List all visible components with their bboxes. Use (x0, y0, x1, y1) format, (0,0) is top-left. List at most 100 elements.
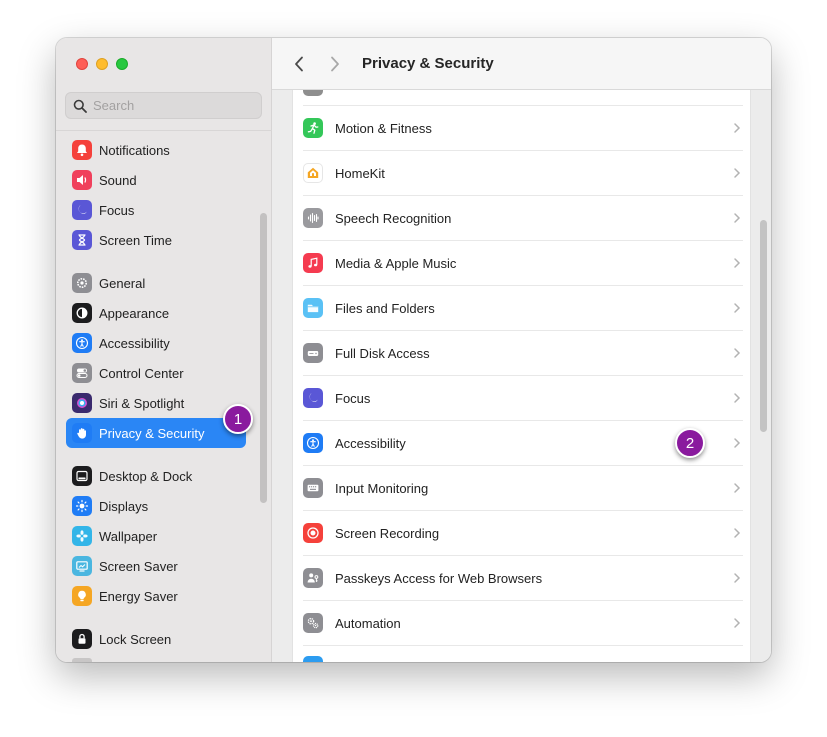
row-focus[interactable]: Focus (303, 376, 743, 421)
sidebar-item-label: General (99, 275, 146, 291)
chevron-right-icon (734, 618, 741, 628)
sidebar-scrollbar[interactable] (260, 213, 267, 503)
sidebar-item-sound[interactable]: Sound (66, 165, 246, 195)
sidebar-item-label: Lock Screen (99, 631, 172, 647)
row-label: Media & Apple Music (335, 255, 457, 271)
back-button[interactable] (288, 53, 310, 75)
chevron-right-icon (734, 213, 741, 223)
record-icon (303, 523, 323, 543)
chevron-right-icon (734, 303, 741, 313)
row-passkeys-access[interactable]: Passkeys Access for Web Browsers (303, 556, 743, 601)
chevron-right-icon (734, 123, 741, 133)
sidebar-item-label: Siri & Spotlight (99, 395, 185, 411)
accessibility-icon (303, 433, 323, 453)
toolbar: Privacy & Security (272, 38, 771, 90)
sidebar-item-energy-saver[interactable]: Energy Saver (66, 581, 246, 611)
moon-icon (72, 200, 92, 220)
row-label: Focus (335, 390, 371, 406)
sidebar-item-label: Wallpaper (99, 528, 158, 544)
row-input-monitoring[interactable]: Input Monitoring (303, 466, 743, 511)
row-full-disk-access[interactable]: Full Disk Access (303, 331, 743, 376)
row-motion-fitness[interactable]: Motion & Fitness (303, 106, 743, 151)
sidebar-item-label: Focus (99, 202, 135, 218)
hourglass-icon (72, 230, 92, 250)
music-icon (303, 253, 323, 273)
home-icon (303, 163, 323, 183)
row-label: Speech Recognition (335, 210, 452, 226)
sidebar-item-privacy-security[interactable]: Privacy & Security (66, 418, 246, 448)
page-title: Privacy & Security (362, 55, 494, 72)
zoom-window-button[interactable] (116, 58, 128, 70)
toggles-icon (72, 363, 92, 383)
sidebar-item-label: Desktop & Dock (99, 468, 193, 484)
row-label: Motion & Fitness (335, 120, 432, 136)
sidebar-item-control-center[interactable]: Control Center (66, 358, 246, 388)
chevron-right-icon (734, 393, 741, 403)
sidebar-item-notifications[interactable]: Notifications (66, 135, 246, 165)
chevron-right-icon (331, 56, 339, 71)
sidebar-item-focus[interactable]: Focus (66, 195, 246, 225)
forward-button[interactable] (324, 53, 346, 75)
sidebar-item-partial (72, 658, 92, 662)
row-label: Accessibility (335, 435, 406, 451)
sidebar: Notifications Sound Focus Screen Time Ge… (56, 38, 272, 662)
chevron-right-icon (734, 483, 741, 493)
sidebar-item-label: Screen Time (99, 232, 172, 248)
sidebar-item-label: Sound (99, 172, 137, 188)
close-window-button[interactable] (76, 58, 88, 70)
search-field[interactable] (65, 92, 262, 119)
chevron-right-icon (734, 168, 741, 178)
gear-icon (72, 273, 92, 293)
keyboard-icon (303, 478, 323, 498)
sidebar-item-appearance[interactable]: Appearance (66, 298, 246, 328)
siri-icon (72, 393, 92, 413)
row-speech-recognition[interactable]: Speech Recognition (303, 196, 743, 241)
row-media-apple-music[interactable]: Media & Apple Music (303, 241, 743, 286)
sidebar-item-general[interactable]: General (66, 268, 246, 298)
chevron-right-icon (734, 528, 741, 538)
sidebar-item-lock-screen[interactable]: Lock Screen (66, 624, 246, 654)
sidebar-item-siri-spotlight[interactable]: Siri & Spotlight (66, 388, 246, 418)
settings-window: Notifications Sound Focus Screen Time Ge… (56, 38, 771, 662)
sidebar-divider (56, 130, 272, 131)
row-label: Screen Recording (335, 525, 440, 541)
hand-icon (72, 423, 92, 443)
sidebar-item-label: Accessibility (99, 335, 170, 351)
sun-icon (72, 496, 92, 516)
step-badge-1: 1 (223, 404, 253, 434)
lock-icon (72, 629, 92, 649)
search-icon (73, 99, 87, 113)
sidebar-item-displays[interactable]: Displays (66, 491, 246, 521)
sidebar-item-label: Displays (99, 498, 149, 514)
screensaver-icon (72, 556, 92, 576)
content-scrollbar[interactable] (760, 220, 767, 432)
row-files-folders[interactable]: Files and Folders (303, 286, 743, 331)
speaker-icon (72, 170, 92, 190)
row-automation[interactable]: Automation (303, 601, 743, 646)
sidebar-item-screen-saver[interactable]: Screen Saver (66, 551, 246, 581)
chevron-right-icon (734, 438, 741, 448)
waveform-icon (303, 208, 323, 228)
chevron-left-icon (295, 56, 303, 71)
fitness-icon (303, 118, 323, 138)
sidebar-item-label: Appearance (99, 305, 170, 321)
privacy-list: Motion & Fitness HomeKit Speech Recognit… (292, 90, 751, 662)
sidebar-item-label: Control Center (99, 365, 184, 381)
sidebar-item-desktop-dock[interactable]: Desktop & Dock (66, 461, 246, 491)
chevron-right-icon (734, 258, 741, 268)
search-input[interactable] (93, 98, 253, 113)
row-label: Files and Folders (335, 300, 435, 316)
row-label: HomeKit (335, 165, 385, 181)
main-pane: Privacy & Security Motion & Fitness Home… (272, 38, 771, 662)
disk-icon (303, 343, 323, 363)
chevron-right-icon (734, 348, 741, 358)
row-screen-recording[interactable]: Screen Recording (303, 511, 743, 556)
sidebar-item-accessibility[interactable]: Accessibility (66, 328, 246, 358)
partial-row (303, 90, 743, 106)
gears-icon (303, 613, 323, 633)
minimize-window-button[interactable] (96, 58, 108, 70)
sidebar-item-screen-time[interactable]: Screen Time (66, 225, 246, 255)
row-homekit[interactable]: HomeKit (303, 151, 743, 196)
accessibility-icon (72, 333, 92, 353)
sidebar-item-wallpaper[interactable]: Wallpaper (66, 521, 246, 551)
